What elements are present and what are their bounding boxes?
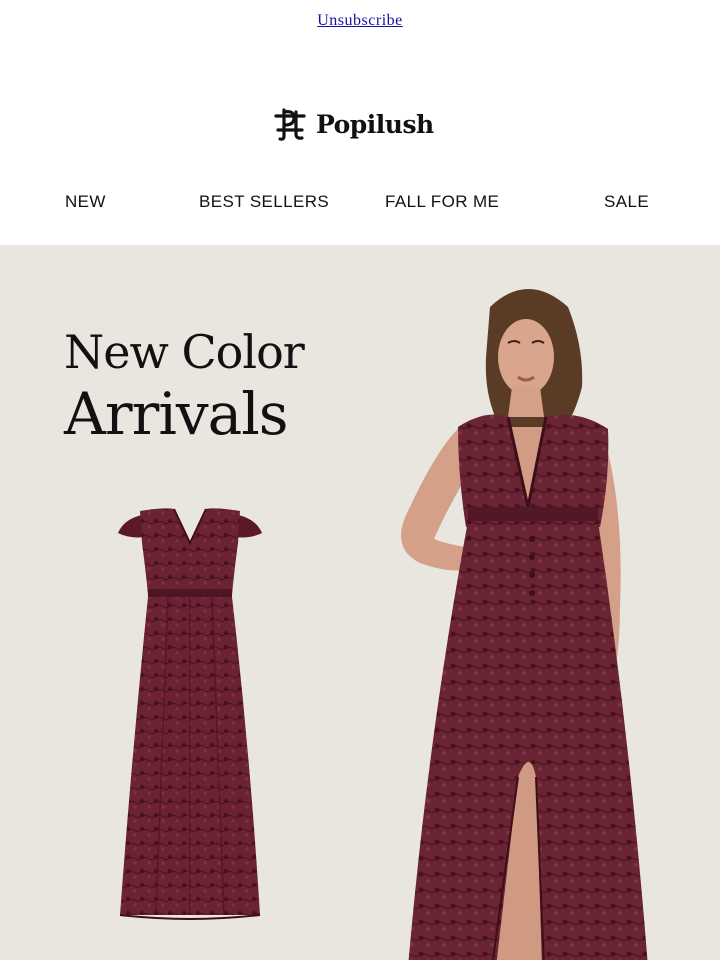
hero-headline: New Color Arrivals (64, 325, 305, 449)
hero-banner[interactable]: New Color Arrivals (0, 245, 720, 960)
nav-item-new[interactable]: NEW (65, 192, 106, 212)
brand-logo[interactable]: Popilush (270, 104, 434, 144)
top-bar: Unsubscribe (0, 0, 720, 44)
nav-item-sale[interactable]: SALE (604, 192, 649, 212)
unsubscribe-link[interactable]: Unsubscribe (0, 12, 720, 30)
brand-monogram-icon (274, 108, 306, 141)
headline-line-1: New Color (64, 325, 305, 379)
main-nav: NEW BEST SELLERS FALL FOR ME SALE (0, 192, 720, 218)
nav-item-fall-for-me[interactable]: FALL FOR ME (385, 192, 499, 212)
product-dress-image[interactable] (110, 503, 270, 923)
headline-line-2: Arrivals (64, 380, 289, 448)
nav-item-best-sellers[interactable]: BEST SELLERS (199, 192, 329, 212)
brand-name: Popilush (316, 109, 434, 139)
model-photo[interactable] (368, 277, 668, 960)
